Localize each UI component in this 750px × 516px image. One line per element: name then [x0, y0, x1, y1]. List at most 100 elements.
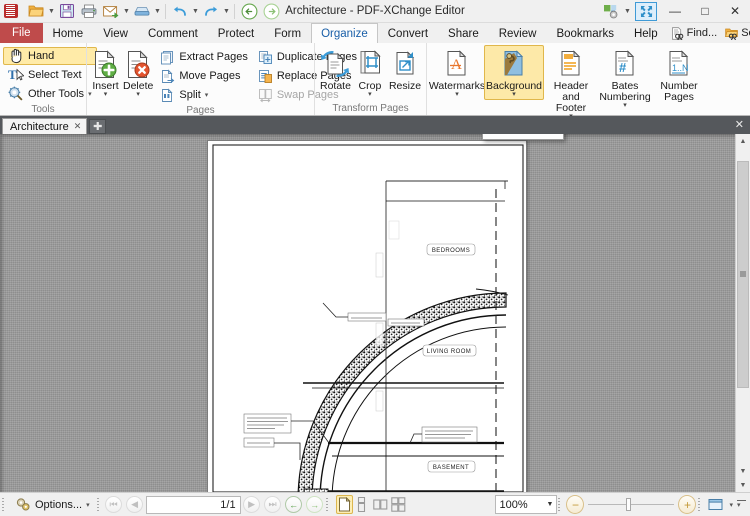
- single-page-view-button[interactable]: [335, 495, 353, 514]
- pdf-page[interactable]: BEDROOMS LIVING ROOM BASEMENT: [207, 140, 527, 492]
- previous-view-button[interactable]: [238, 1, 260, 22]
- tab-bookmarks[interactable]: Bookmarks: [546, 23, 624, 43]
- maximize-button[interactable]: □: [690, 0, 720, 23]
- insert-pages-button[interactable]: Insert ▾: [90, 45, 121, 100]
- next-page-button[interactable]: ▶: [242, 495, 262, 514]
- print-button[interactable]: [78, 1, 100, 22]
- undo-button[interactable]: [169, 1, 191, 22]
- find-button[interactable]: Find...: [668, 24, 721, 42]
- redo-dropdown-arrow[interactable]: ▼: [222, 1, 231, 22]
- page-number-input[interactable]: 1/1: [145, 495, 241, 514]
- new-tab-button[interactable]: ✚: [89, 119, 107, 134]
- zoom-slider-thumb[interactable]: [626, 498, 632, 511]
- last-page-button[interactable]: ⏭: [263, 495, 283, 514]
- tab-help[interactable]: Help: [624, 23, 668, 43]
- zoom-out-button[interactable]: −: [565, 495, 585, 514]
- zoom-slider[interactable]: [588, 498, 675, 511]
- window-mode-dropdown-arrow[interactable]: ▾: [726, 501, 736, 509]
- statusbar-overflow-button[interactable]: ▾: [737, 500, 748, 509]
- tab-file[interactable]: File: [0, 23, 43, 43]
- prev-page-button[interactable]: ◀: [125, 495, 145, 514]
- statusbar-grip-2[interactable]: [97, 496, 103, 513]
- watermarks-dropdown-arrow[interactable]: ▾: [455, 91, 459, 99]
- number-pages-button[interactable]: 1..N Number Pages: [652, 45, 706, 104]
- two-pages-view-button[interactable]: [372, 495, 389, 514]
- scroll-extra-arrow[interactable]: ▼: [736, 478, 750, 492]
- qat-separator-1: [165, 3, 166, 19]
- split-pages-button[interactable]: Split ▾: [155, 86, 252, 104]
- move-pages-button[interactable]: Move Pages: [155, 67, 252, 85]
- customize-ribbon-icon[interactable]: [599, 1, 623, 22]
- tab-view[interactable]: View: [93, 23, 138, 43]
- tool-other-tools[interactable]: Other Tools ▾: [3, 85, 97, 103]
- document-tab-architecture[interactable]: Architecture ✕: [2, 118, 88, 134]
- tab-organize[interactable]: Organize: [311, 23, 378, 43]
- crop-pages-button[interactable]: Crop ▾: [353, 45, 387, 100]
- scroll-up-arrow[interactable]: ▲: [736, 134, 750, 148]
- save-file-button[interactable]: [56, 1, 78, 22]
- background-button[interactable]: Background ▾: [484, 45, 544, 100]
- zoom-in-button[interactable]: +: [677, 495, 697, 514]
- statusbar-grip-4[interactable]: [558, 496, 564, 513]
- tool-select-text[interactable]: T Select Text: [3, 66, 97, 84]
- tab-home[interactable]: Home: [43, 23, 94, 43]
- tab-comment[interactable]: Comment: [138, 23, 208, 43]
- background-dropdown-arrow[interactable]: ▾: [512, 91, 516, 99]
- two-pages-continuous-view-button[interactable]: [390, 495, 407, 514]
- tab-review[interactable]: Review: [489, 23, 547, 43]
- delete-pages-button[interactable]: Delete ▾: [121, 45, 155, 100]
- scroll-down-arrow[interactable]: ▼: [736, 464, 750, 478]
- extract-pages-button[interactable]: Extract Pages: [155, 48, 252, 66]
- vertical-scroll-track[interactable]: [736, 148, 750, 464]
- scan-button[interactable]: [131, 1, 153, 22]
- document-view[interactable]: BEDROOMS LIVING ROOM BASEMENT: [0, 134, 735, 492]
- watermarks-button[interactable]: A Watermarks ▾: [429, 45, 485, 100]
- minimize-button[interactable]: —: [660, 0, 690, 23]
- rotate-pages-button[interactable]: Rotate: [318, 45, 353, 93]
- statusbar-grip-1[interactable]: [2, 496, 8, 513]
- customize-dropdown-arrow[interactable]: ▼: [623, 1, 632, 22]
- menu-item-manage[interactable]: Manage...: [483, 134, 563, 137]
- open-file-button[interactable]: [25, 1, 47, 22]
- document-tab-close-icon[interactable]: ✕: [74, 121, 82, 132]
- insert-pages-dropdown-arrow[interactable]: ▾: [104, 91, 108, 99]
- vertical-scroll-thumb[interactable]: [737, 160, 749, 389]
- tab-share[interactable]: Share: [438, 23, 489, 43]
- delete-pages-dropdown-arrow[interactable]: ▾: [136, 91, 140, 99]
- pages-medium-column-1: Extract Pages Move Pages Split ▾: [155, 48, 252, 104]
- next-view-status-button[interactable]: →: [305, 495, 325, 514]
- single-page-continuous-view-button[interactable]: [354, 495, 371, 514]
- email-button[interactable]: [100, 1, 122, 22]
- undo-dropdown-arrow[interactable]: ▼: [191, 1, 200, 22]
- email-dropdown-arrow[interactable]: ▼: [122, 1, 131, 22]
- open-file-dropdown-arrow[interactable]: ▼: [47, 1, 56, 22]
- vertical-scrollbar[interactable]: ▲ ▼ ▼: [735, 134, 750, 492]
- redo-button[interactable]: [200, 1, 222, 22]
- tool-hand[interactable]: Hand: [3, 47, 97, 65]
- tab-form[interactable]: Form: [264, 23, 311, 43]
- crop-dropdown-arrow[interactable]: ▾: [368, 91, 372, 99]
- toggle-fullscreen-button[interactable]: [635, 1, 657, 21]
- split-dropdown-arrow[interactable]: ▾: [205, 91, 209, 99]
- previous-view-status-button[interactable]: ←: [284, 495, 304, 514]
- close-document-button[interactable]: ✕: [735, 118, 750, 132]
- first-page-button[interactable]: ⏮: [104, 495, 124, 514]
- zoom-slider-track[interactable]: [588, 498, 675, 511]
- zoom-dropdown-arrow[interactable]: ▼: [547, 501, 554, 508]
- statusbar-grip-3[interactable]: [326, 496, 332, 513]
- bates-numbering-dropdown-arrow[interactable]: ▾: [623, 102, 627, 110]
- scan-dropdown-arrow[interactable]: ▼: [153, 1, 162, 22]
- resize-pages-button[interactable]: Resize: [387, 45, 423, 93]
- zoom-level-select[interactable]: 100% ▼: [495, 495, 558, 514]
- bates-numbering-button[interactable]: # Bates Numbering ▾: [598, 45, 652, 111]
- options-button[interactable]: Options... ▾: [9, 495, 96, 514]
- window-mode-button[interactable]: [705, 495, 725, 514]
- header-footer-button[interactable]: Header and Footer ▾: [544, 45, 598, 122]
- close-button[interactable]: ✕: [720, 0, 750, 23]
- next-view-button[interactable]: [260, 1, 282, 22]
- search-button[interactable]: Search...: [722, 24, 750, 42]
- tab-protect[interactable]: Protect: [208, 23, 264, 43]
- options-dropdown-arrow[interactable]: ▾: [86, 501, 90, 509]
- statusbar-grip-5[interactable]: [698, 496, 704, 513]
- tab-convert[interactable]: Convert: [378, 23, 438, 43]
